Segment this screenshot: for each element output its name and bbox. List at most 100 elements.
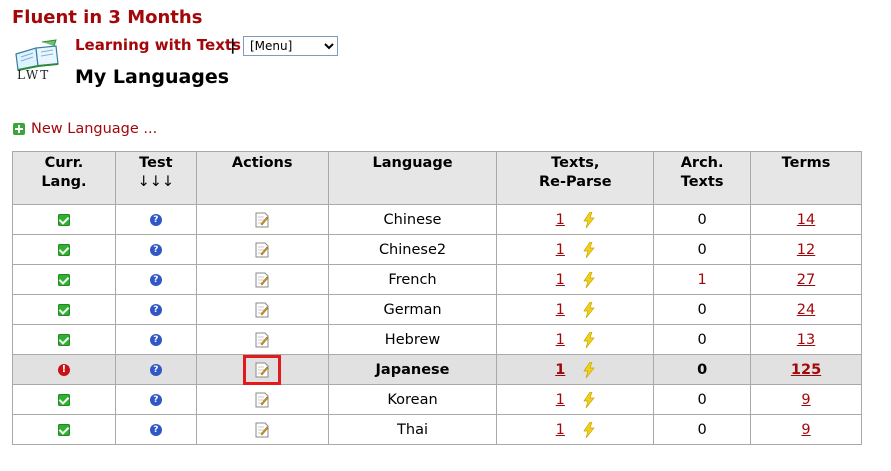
actions-cell (195, 384, 329, 415)
edit-icon[interactable] (255, 332, 269, 348)
language-name: Hebrew (384, 331, 441, 348)
actions-cell (195, 204, 329, 235)
set-current-check-icon[interactable] (57, 243, 70, 256)
header-terms: Terms (750, 151, 862, 205)
reparse-bolt-icon[interactable] (583, 361, 596, 378)
reparse-bolt-icon[interactable] (583, 391, 595, 408)
test-help-icon[interactable]: ? (149, 303, 162, 316)
test-help-icon[interactable]: ? (149, 363, 162, 376)
curr-lang-cell (12, 204, 116, 235)
terms-cell: 13 (750, 324, 862, 355)
table-row: ? Chinese2 1 0 12 (12, 234, 862, 265)
texts-cell: 1 (496, 384, 655, 415)
texts-count-link[interactable]: 1 (556, 302, 565, 318)
actions-cell (195, 324, 329, 355)
language-cell: French (327, 264, 498, 295)
reparse-bolt-icon[interactable] (583, 301, 595, 318)
language-cell: German (327, 294, 498, 325)
texts-cell: 1 (496, 294, 655, 325)
terms-cell: 27 (750, 264, 862, 295)
table-header-row: Curr. Lang. Test ↓↓↓ Actions Language Text… (12, 151, 862, 205)
texts-count-link[interactable]: 1 (556, 392, 565, 408)
terms-count-link[interactable]: 14 (797, 212, 815, 228)
curr-lang-cell (12, 294, 116, 325)
app-home-link[interactable]: Learning with Texts (75, 36, 241, 54)
edit-icon[interactable] (255, 242, 269, 258)
edit-icon[interactable] (255, 362, 269, 378)
set-current-check-icon[interactable] (57, 333, 70, 346)
texts-count-link[interactable]: 1 (556, 242, 565, 258)
texts-cell: 1 (496, 324, 655, 355)
language-name: Chinese (383, 211, 442, 228)
curr-lang-cell (12, 324, 116, 355)
language-name: Korean (387, 391, 438, 408)
terms-count-link[interactable]: 12 (797, 242, 815, 258)
languages-table: Curr. Lang. Test ↓↓↓ Actions Language Text… (12, 151, 862, 445)
current-language-icon: ! (57, 363, 70, 376)
terms-count-link[interactable]: 27 (797, 272, 815, 288)
actions-cell (195, 294, 329, 325)
reparse-bolt-icon[interactable] (583, 271, 595, 288)
test-help-icon[interactable]: ? (149, 273, 162, 286)
set-current-check-icon[interactable] (57, 393, 70, 406)
language-cell: Japanese (327, 354, 498, 385)
terms-count-link[interactable]: 13 (797, 332, 815, 348)
terms-cell: 9 (750, 384, 862, 415)
reparse-bolt-icon[interactable] (583, 331, 595, 348)
header-curr-lang: Curr. Lang. (12, 151, 116, 205)
plus-icon (13, 123, 25, 135)
texts-cell: 1 (496, 264, 655, 295)
table-row: ! ? Japanese 1 0 125 (12, 354, 862, 385)
texts-count-link[interactable]: 1 (556, 212, 565, 228)
table-row: ? Chinese 1 0 14 (12, 204, 862, 235)
texts-count-link[interactable]: 1 (556, 332, 565, 348)
language-cell: Korean (327, 384, 498, 415)
site-title: Fluent in 3 Months (12, 7, 203, 28)
new-language-link[interactable]: New Language ... (13, 121, 157, 137)
language-name: Thai (397, 421, 428, 438)
language-cell: Thai (327, 414, 498, 445)
test-help-icon[interactable]: ? (149, 213, 162, 226)
header-test[interactable]: Test ↓↓↓ (114, 151, 197, 205)
set-current-check-icon[interactable] (57, 273, 70, 286)
set-current-check-icon[interactable] (57, 303, 70, 316)
texts-count-link[interactable]: 1 (556, 272, 565, 288)
set-current-check-icon[interactable] (57, 213, 70, 226)
new-language-label: New Language ... (31, 121, 158, 137)
terms-count-link[interactable]: 9 (801, 392, 810, 408)
texts-count-link[interactable]: 1 (555, 362, 565, 378)
reparse-bolt-icon[interactable] (583, 241, 595, 258)
reparse-bolt-icon[interactable] (583, 421, 595, 438)
logo-text: LWT (17, 68, 51, 82)
terms-count-link[interactable]: 24 (797, 302, 815, 318)
edit-icon[interactable] (255, 272, 269, 288)
language-cell: Chinese (327, 204, 498, 235)
terms-count-link[interactable]: 9 (801, 422, 810, 438)
set-current-check-icon[interactable] (57, 423, 70, 436)
texts-count-link[interactable]: 1 (556, 422, 565, 438)
test-help-icon[interactable]: ? (149, 333, 162, 346)
test-cell: ? (114, 234, 197, 265)
edit-icon[interactable] (255, 212, 269, 228)
header-arch-texts: Arch. Texts (653, 151, 752, 205)
curr-lang-cell (12, 414, 116, 445)
language-name: Japanese (375, 361, 450, 378)
language-name: French (388, 271, 437, 288)
curr-lang-cell (12, 234, 116, 265)
arch-texts-cell: 0 (653, 384, 752, 415)
arch-count-link[interactable]: 1 (698, 272, 707, 288)
table-row: ? German 1 0 24 (12, 294, 862, 325)
terms-count-link[interactable]: 125 (791, 362, 821, 378)
texts-cell: 1 (496, 354, 655, 385)
terms-cell: 24 (750, 294, 862, 325)
test-help-icon[interactable]: ? (149, 423, 162, 436)
edit-icon[interactable] (255, 422, 269, 438)
menu-select[interactable]: [Menu] (243, 36, 338, 56)
reparse-bolt-icon[interactable] (583, 211, 595, 228)
edit-icon[interactable] (255, 392, 269, 408)
test-help-icon[interactable]: ? (149, 393, 162, 406)
language-cell: Hebrew (327, 324, 498, 355)
edit-icon[interactable] (255, 302, 269, 318)
arch-texts-cell: 1 (653, 264, 752, 295)
test-help-icon[interactable]: ? (149, 243, 162, 256)
